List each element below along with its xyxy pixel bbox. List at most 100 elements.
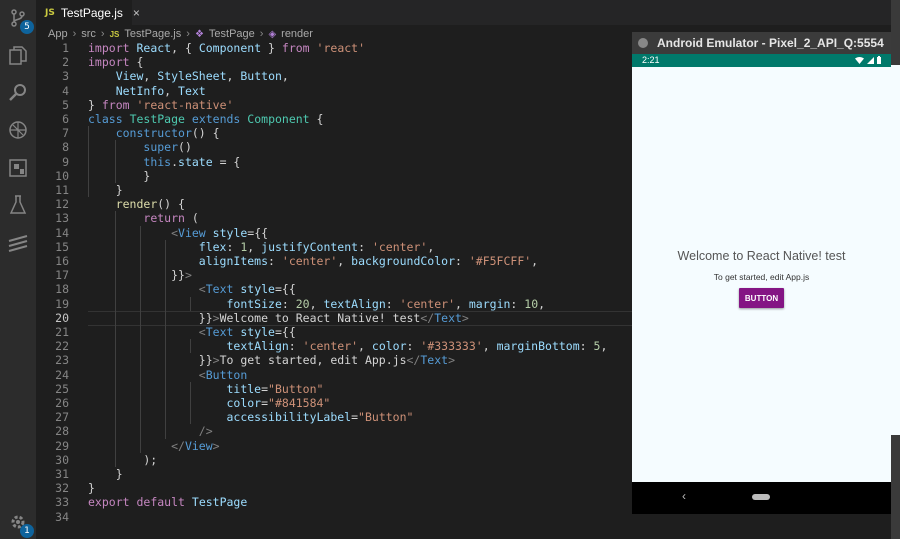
android-status-bar: 2:21 bbox=[632, 54, 891, 67]
code-text: NetInfo, Text bbox=[115, 83, 206, 98]
line-number: 26 bbox=[55, 396, 69, 410]
code-text: } bbox=[88, 481, 95, 496]
instructions-text: To get started, edit App.js bbox=[713, 272, 810, 282]
line-number: 2 bbox=[62, 55, 69, 70]
signal-icon bbox=[867, 56, 874, 64]
chevron-right-icon: › bbox=[100, 28, 105, 40]
code-text: this.state = { bbox=[143, 154, 241, 169]
line-number: 18 bbox=[55, 282, 69, 297]
source-control-icon[interactable]: 5 bbox=[6, 6, 34, 34]
wifi-icon bbox=[855, 56, 864, 64]
line-number: 31 bbox=[55, 467, 69, 481]
nav-back-icon[interactable]: ‹ bbox=[682, 489, 686, 503]
code-text: alignItems: 'center', backgroundColor: '… bbox=[198, 254, 539, 268]
code-text: <View style={{ bbox=[171, 225, 269, 240]
line-number: 7 bbox=[62, 126, 69, 141]
line-number: 13 bbox=[55, 211, 69, 226]
line-number: 23 bbox=[55, 353, 69, 368]
chevron-right-icon: › bbox=[72, 28, 77, 40]
line-number: 1 bbox=[62, 41, 69, 55]
line-number: 6 bbox=[62, 112, 69, 126]
code-text: </View> bbox=[171, 438, 220, 453]
editor-tab-bar: JS TestPage.js × bbox=[36, 0, 900, 25]
line-number: 11 bbox=[55, 183, 69, 197]
method-symbol-icon: ◈ bbox=[268, 28, 277, 40]
line-number: 3 bbox=[62, 69, 69, 84]
chevron-right-icon: › bbox=[259, 28, 264, 40]
line-number: 25 bbox=[55, 381, 69, 396]
line-number: 14 bbox=[55, 225, 69, 240]
class-symbol-icon: ❖ bbox=[194, 28, 204, 40]
js-file-icon: JS bbox=[45, 7, 55, 18]
line-number: 15 bbox=[55, 239, 69, 254]
line-number: 8 bbox=[62, 140, 69, 155]
code-text: textAlign: 'center', color: '#333333', m… bbox=[226, 339, 608, 354]
breadcrumb: App › src › JS TestPage.js › ❖ TestPage … bbox=[48, 27, 313, 41]
code-text: View, StyleSheet, Button, bbox=[115, 69, 289, 84]
line-number: 10 bbox=[55, 168, 69, 183]
code-text: title="Button" bbox=[226, 381, 324, 396]
breadcrumb-item[interactable]: render bbox=[281, 28, 313, 40]
activity-bar: 5 1 bbox=[0, 0, 36, 539]
line-number: 16 bbox=[55, 254, 69, 268]
js-file-icon: JS bbox=[109, 29, 120, 39]
code-editor[interactable]: 1 import React, { Component } from 'react… bbox=[36, 41, 636, 539]
remote-icon[interactable] bbox=[6, 230, 30, 254]
code-text: <Button bbox=[198, 367, 248, 382]
settings-badge: 1 bbox=[20, 524, 34, 538]
chevron-right-icon: › bbox=[186, 28, 190, 40]
line-number: 32 bbox=[55, 481, 69, 496]
android-nav-bar: ‹ bbox=[632, 482, 891, 514]
code-text: import { bbox=[88, 55, 144, 70]
test-flask-icon[interactable] bbox=[6, 193, 30, 217]
close-tab-icon[interactable]: × bbox=[133, 6, 140, 20]
extensions-icon[interactable] bbox=[6, 156, 30, 180]
line-number: 4 bbox=[62, 83, 69, 98]
code-text: }}> bbox=[88, 268, 192, 283]
nav-home-icon[interactable] bbox=[752, 494, 770, 500]
search-icon[interactable] bbox=[6, 80, 30, 104]
code-text: color="#841584" bbox=[226, 396, 331, 410]
emulator-title-bar[interactable]: Android Emulator - Pixel_2_API_Q:5554 bbox=[632, 32, 891, 54]
line-number: 22 bbox=[55, 339, 69, 354]
code-text: render() { bbox=[115, 197, 185, 212]
background-window-edge bbox=[891, 0, 900, 539]
breadcrumb-item[interactable]: TestPage bbox=[209, 28, 255, 40]
code-text: return ( bbox=[143, 211, 199, 226]
android-emulator-window: Android Emulator - Pixel_2_API_Q:5554 2:… bbox=[632, 32, 891, 514]
line-number: 34 bbox=[55, 509, 69, 524]
welcome-text: Welcome to React Native! test bbox=[677, 249, 846, 263]
code-text: }}>Welcome to React Native! test</Text> bbox=[88, 310, 469, 325]
scm-badge: 5 bbox=[20, 20, 34, 34]
code-text: export default TestPage bbox=[88, 495, 248, 510]
code-text: accessibilityLabel="Button" bbox=[226, 410, 414, 425]
breadcrumb-item[interactable]: src bbox=[81, 28, 96, 40]
code-text: } bbox=[88, 183, 123, 197]
emulator-title: Android Emulator - Pixel_2_API_Q:5554 bbox=[657, 36, 884, 50]
code-text: class TestPage extends Component { bbox=[88, 112, 324, 126]
line-number: 9 bbox=[62, 154, 69, 169]
battery-icon bbox=[877, 56, 881, 64]
line-number: 21 bbox=[55, 325, 69, 339]
code-text: constructor() { bbox=[115, 126, 220, 141]
line-number: 19 bbox=[55, 296, 69, 311]
line-number: 5 bbox=[62, 97, 69, 112]
line-number: 30 bbox=[55, 452, 69, 467]
line-number: 29 bbox=[55, 438, 69, 453]
tab-testpage-js[interactable]: JS TestPage.js × bbox=[36, 0, 140, 25]
app-screen: Welcome to React Native! test To get sta… bbox=[632, 67, 891, 482]
line-number: 12 bbox=[55, 197, 69, 212]
app-button[interactable]: BUTTON bbox=[739, 288, 784, 308]
window-close-icon[interactable] bbox=[638, 38, 648, 48]
line-number: 28 bbox=[55, 424, 69, 439]
settings-gear-icon[interactable]: 1 bbox=[6, 510, 34, 538]
code-text: import React, { Component } from 'react' bbox=[88, 41, 366, 55]
code-text: /> bbox=[198, 424, 213, 439]
code-text: flex: 1, justifyContent: 'center', bbox=[198, 239, 435, 254]
debug-icon[interactable] bbox=[6, 118, 30, 142]
breadcrumb-item[interactable]: TestPage.js bbox=[124, 28, 181, 40]
explorer-icon[interactable] bbox=[6, 44, 30, 68]
line-number: 20 bbox=[55, 310, 69, 325]
line-number: 27 bbox=[55, 410, 69, 425]
breadcrumb-item[interactable]: App bbox=[48, 28, 68, 40]
